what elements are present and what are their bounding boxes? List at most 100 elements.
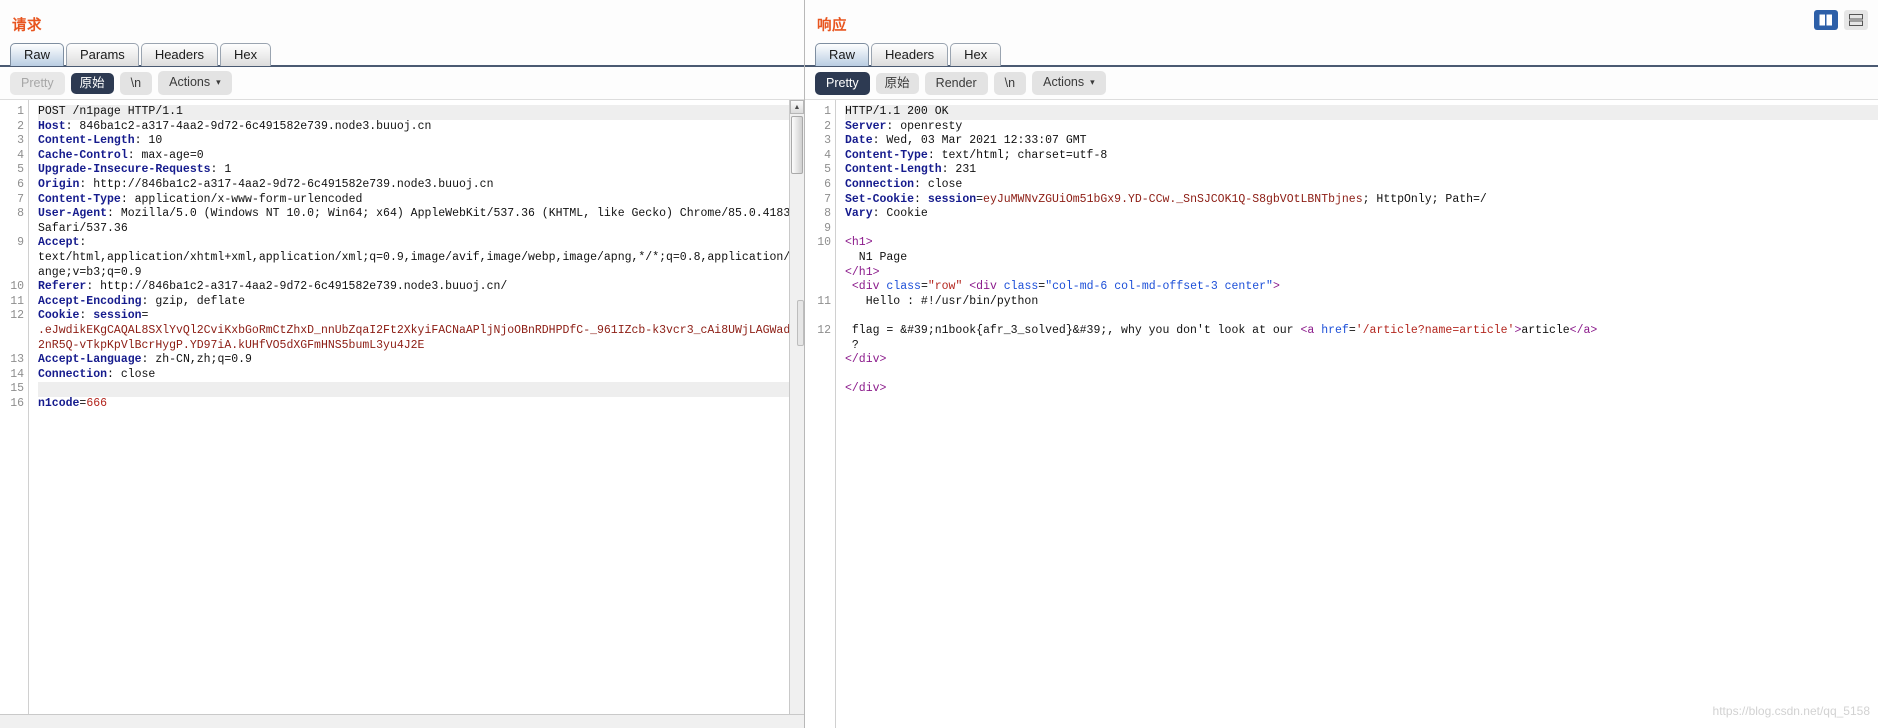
request-button-raw[interactable]: 原始 [70,72,114,94]
request-tabstrip: Raw Params Headers Hex [0,42,804,67]
code-line: Content-Type: application/x-www-form-url… [38,193,804,208]
line-number: 8 [17,207,24,221]
scroll-up-arrow-icon[interactable]: ▲ [790,100,804,114]
response-raw-text[interactable]: HTTP/1.1 200 OK Server: openresty Date: We… [835,100,1878,728]
request-panel-title: 请求 [12,18,42,34]
response-panel: 响应 Raw Headers Hex Pretty 原始 Render \n Actions… [805,0,1878,728]
request-button-n[interactable]: \n [119,71,153,95]
code-token: Upgrade-Insecure-Requests [38,163,211,177]
chevron-down-icon: ▾ [1090,77,1095,87]
response-button-n[interactable]: \n [993,71,1027,95]
code-token: : 1 [210,163,232,177]
code-token: Content-Type [38,192,121,206]
code-token: </h1> [845,265,880,279]
code-token: Safari/537.36 [38,221,128,235]
code-line: N1 Page [845,251,1878,266]
code-token: Hello : #!/usr/bin/python [845,294,1039,308]
code-token: Host [38,119,66,133]
code-line: .eJwdikEKgCAQAL8SXlYvQl2CviKxbGoRmCtZhxD… [38,324,804,339]
line-number: 6 [17,177,24,191]
code-token: class [1003,280,1039,294]
code-line: HTTP/1.1 200 OK [845,105,1878,120]
line-number [805,368,831,383]
code-token: flag = &#39;n1book{afr_3_solved}&#39;, w… [845,323,1301,337]
code-line: Upgrade-Insecure-Requests: 1 [38,163,804,178]
response-code-area[interactable]: 1 2 3 4 5 6 7 8 9 10 11 12 HTTP/1.1 200 OK Server:… [805,99,1878,728]
code-line: </div> [845,353,1878,368]
code-line: User-Agent: Mozilla/5.0 (Windows NT 10.0… [38,207,804,222]
request-tab-raw[interactable]: Raw [10,43,65,66]
code-token: class [886,280,921,294]
line-number: 9 [824,221,831,235]
request-toolbar: Pretty 原始 \n Actions ▾ [0,67,804,99]
line-number: 10 [817,236,831,250]
panel-splitter-handle[interactable] [797,300,804,346]
code-line: ? [845,339,1878,354]
code-token: : Wed, 03 Mar 2021 12:33:07 GMT [872,134,1087,148]
code-line: Hello : #!/usr/bin/python [845,295,1878,310]
code-line [38,382,804,397]
code-token: : text/html; charset=utf-8 [927,148,1108,162]
response-tab-raw[interactable]: Raw [815,43,870,66]
burp-request-response-viewer: 请求 Raw Params Headers Hex Pretty 原始 \n Actions… [0,0,1878,728]
code-token: Accept [38,236,80,250]
code-line: 2nR5Q-vTkpKpVlBcrHygP.YD97iA.kUHfVO5dXGF… [38,339,804,354]
response-tabstrip: Raw Headers Hex [805,42,1878,67]
line-number: 4 [824,148,831,162]
line-number: 8 [824,207,831,221]
request-horizontal-scrollbar[interactable] [0,714,804,728]
code-line: Cache-Control: max-age=0 [38,149,804,164]
request-code-area[interactable]: 12345678 9 10 11 12 13 14 15 16 POST /n1page … [0,99,804,728]
side-by-side-layout-icon[interactable] [1814,10,1838,30]
request-raw-text[interactable]: POST /n1page HTTP/1.1 Host: 846ba1c2-a317… [28,100,804,728]
stacked-layout-icon[interactable] [1844,10,1868,30]
line-number: 11 [10,294,24,308]
code-token: href [1321,323,1349,337]
code-line: flag = &#39;n1book{afr_3_solved}&#39;, w… [845,324,1878,339]
response-button-render[interactable]: Render [924,71,988,95]
code-token: .eJwdikEKgCAQAL8SXlYvQl2CviKxbGoRmCtZhxD… [38,323,804,337]
request-tab-params[interactable]: Params [66,43,139,66]
code-token: Content-Length [38,134,135,148]
request-panel: 请求 Raw Params Headers Hex Pretty 原始 \n Actions… [0,0,805,728]
scrollbar-thumb[interactable] [791,116,803,174]
response-toolbar: Pretty 原始 Render \n Actions ▾ [805,67,1878,99]
code-token: = [976,192,984,206]
code-token: : http://846ba1c2-a317-4aa2-9d72-6c49158… [79,177,494,191]
code-token: : 10 [134,134,163,148]
line-number [805,309,831,324]
line-number: 5 [824,163,831,177]
code-line: </h1> [845,266,1878,281]
code-line: Server: openresty [845,120,1878,135]
request-tab-headers[interactable]: Headers [140,43,218,66]
code-line: <div class="row" <div class="col-md-6 co… [845,280,1878,295]
code-token: : application/x-www-form-urlencoded [120,192,363,206]
code-token: : Cookie [872,207,928,221]
code-token: Date [845,134,873,148]
code-token: Content-Type [845,148,928,162]
response-button-actions[interactable]: Actions ▾ [1032,71,1106,95]
line-number [805,251,831,266]
code-line: Vary: Cookie [845,207,1878,222]
request-tab-hex[interactable]: Hex [219,43,272,66]
response-tab-hex[interactable]: Hex [950,43,1002,66]
code-token: : zh-CN,zh;q=0.9 [141,353,252,367]
request-vertical-scrollbar[interactable]: ▲ ▼ [789,100,804,728]
code-token: "col-md-6 col-md-offset-3 center" [1045,280,1273,294]
watermark-text: https://blog.csdn.net/qq_5158 [1712,704,1870,718]
line-number: 16 [10,396,24,410]
code-token: : max-age=0 [127,148,204,162]
response-tab-headers[interactable]: Headers [871,43,949,66]
code-line: Connection: close [845,178,1878,193]
request-button-actions[interactable]: Actions ▾ [158,71,232,95]
response-button-pretty[interactable]: Pretty [815,71,870,95]
request-line-numbers: 12345678 9 10 11 12 13 14 15 16 [0,100,28,728]
code-token: : 846ba1c2-a317-4aa2-9d72-6c491582e739.n… [65,119,432,133]
code-line: ange;v=b3;q=0.9 [38,266,804,281]
code-line: <h1> [845,236,1878,251]
response-button-raw[interactable]: 原始 [875,72,919,94]
code-line: Accept-Language: zh-CN,zh;q=0.9 [38,353,804,368]
line-number [805,353,831,368]
request-button-pretty[interactable]: Pretty [10,71,65,95]
